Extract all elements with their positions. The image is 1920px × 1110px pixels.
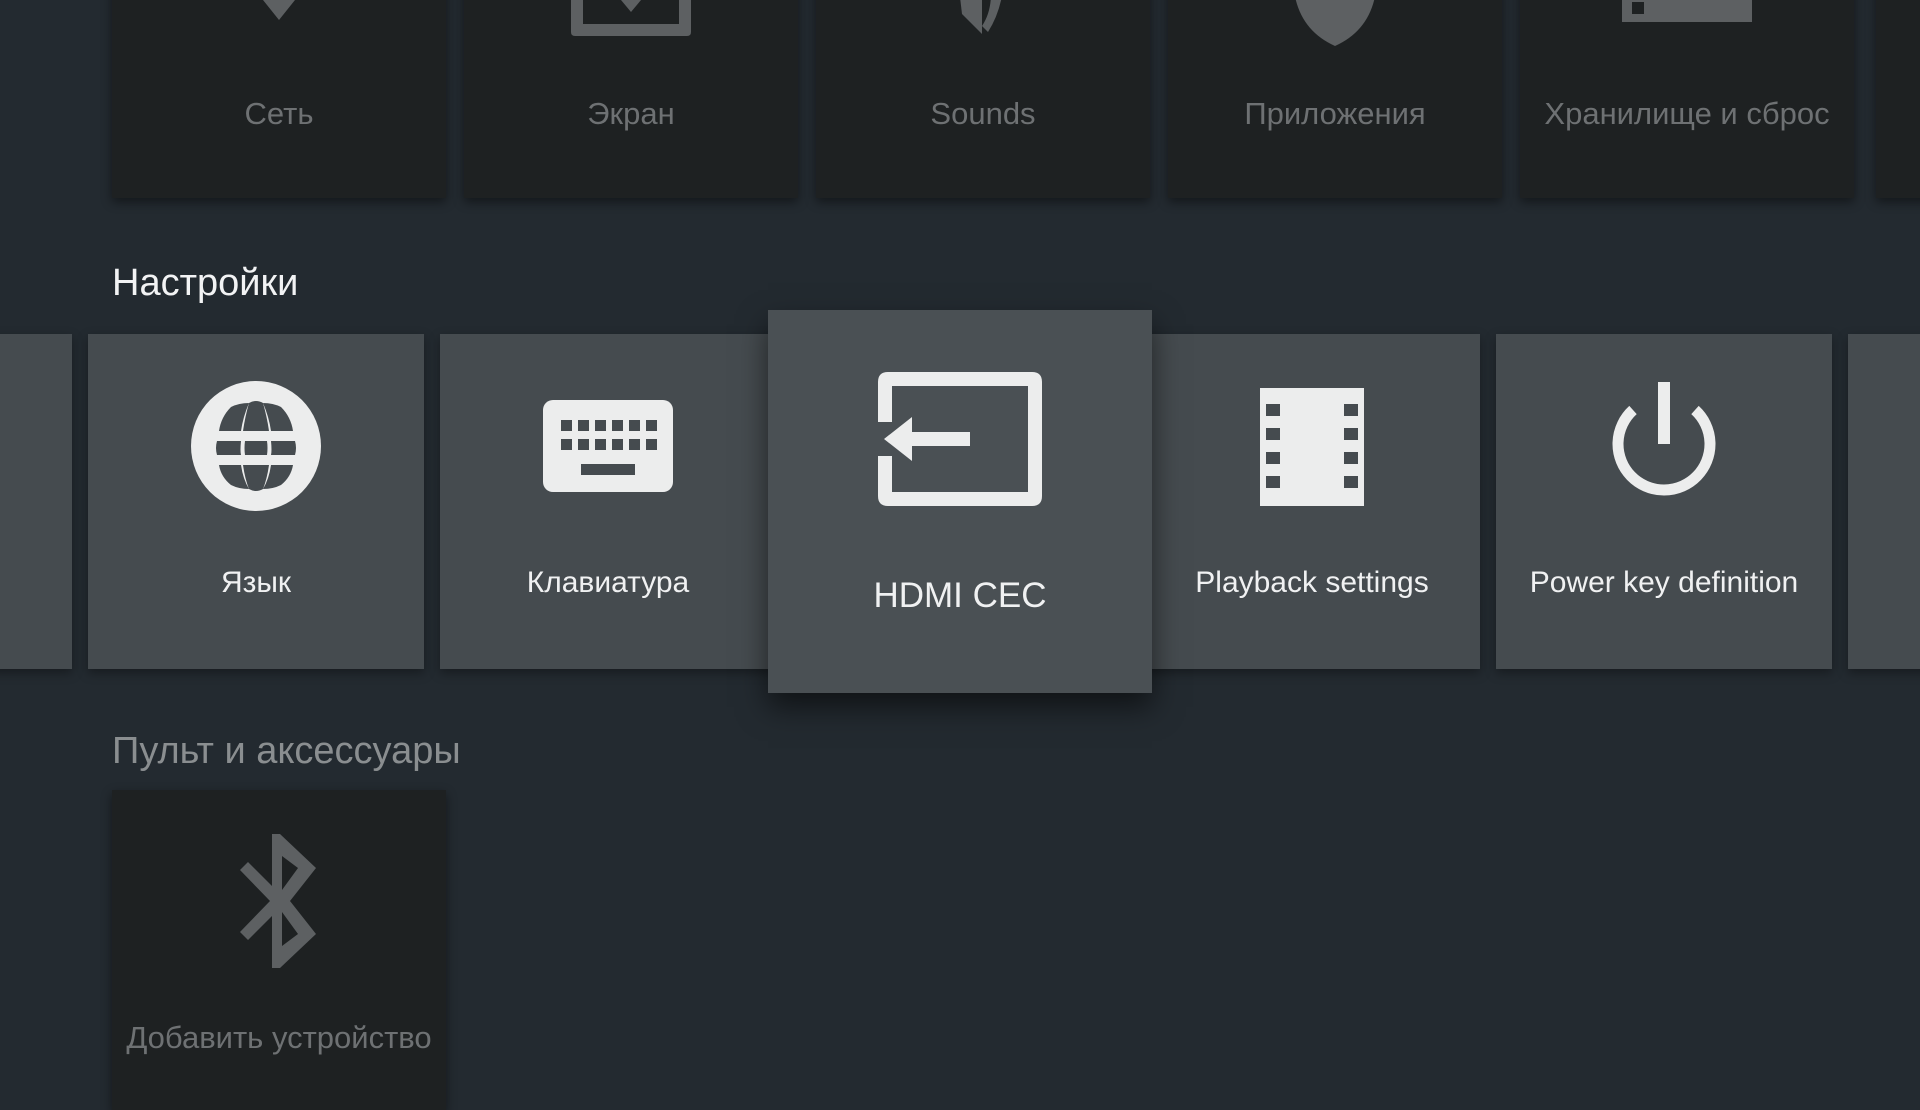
settings-section-title: Настройки [112, 262, 299, 304]
keyboard-card[interactable]: Клавиатура [440, 334, 776, 669]
apps-card[interactable]: Приложения [1168, 0, 1502, 198]
playback-settings-card[interactable]: Playback settings [1144, 334, 1480, 669]
input-icon [878, 372, 1042, 506]
display-card[interactable]: Экран [464, 0, 798, 198]
bluetooth-icon [240, 834, 316, 968]
apps-label: Приложения [1244, 96, 1426, 131]
globe-icon [191, 381, 321, 511]
add-device-card[interactable]: Добавить устройство [112, 790, 446, 1110]
display-label: Экран [587, 96, 675, 131]
language-card[interactable]: Язык [88, 334, 424, 669]
keyboard-label: Клавиатура [526, 566, 690, 599]
remote-section-title: Пульт и аксессуары [112, 730, 461, 772]
playback-settings-label: Playback settings [1195, 566, 1429, 599]
power-key-label: Power key definition [1529, 566, 1799, 599]
power-key-card[interactable]: Power key definition [1496, 334, 1832, 669]
power-icon [1612, 382, 1716, 496]
hdmi-cec-card[interactable]: HDMI CEC [768, 310, 1152, 693]
sounds-label: Sounds [930, 96, 1036, 131]
display-icon [571, 0, 691, 36]
keyboard-icon [543, 400, 673, 492]
language-label: Язык [220, 566, 292, 599]
storage-label: Хранилище и сброс [1544, 96, 1830, 131]
wifi-icon [263, 0, 295, 20]
top-row-next-card-edge[interactable] [1876, 0, 1920, 198]
volume-icon [960, 0, 1002, 34]
add-device-label: Добавить устройство [126, 1020, 432, 1055]
storage-card[interactable]: Хранилище и сброс [1520, 0, 1854, 198]
network-card[interactable]: Сеть [112, 0, 446, 198]
network-label: Сеть [244, 96, 314, 131]
storage-icon [1622, 0, 1752, 22]
apps-icon [1295, 0, 1375, 46]
film-icon [1260, 388, 1364, 506]
sounds-card[interactable]: Sounds [816, 0, 1150, 198]
hdmi-cec-label: HDMI CEC [873, 576, 1047, 615]
settings-next-card-edge[interactable] [1848, 334, 1920, 669]
settings-prev-card-edge[interactable] [0, 334, 72, 669]
